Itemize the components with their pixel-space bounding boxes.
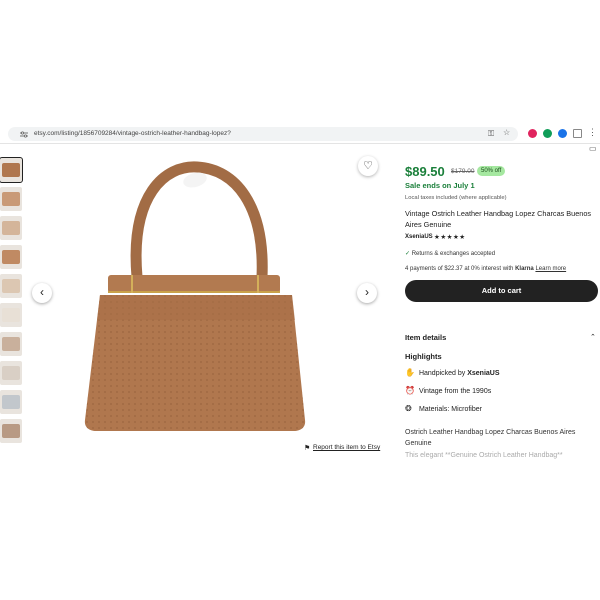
learn-more-link[interactable]: Learn more xyxy=(535,266,566,272)
browser-toolbar: etsy.com/listing/1856709284/vintage-ostr… xyxy=(0,125,600,144)
product-image xyxy=(84,161,306,431)
puzzle-extensions-icon[interactable] xyxy=(573,129,582,138)
thumbnail-10[interactable] xyxy=(0,419,22,443)
vintage-text: Vintage from the 1990s xyxy=(418,388,492,395)
klarna-installments: 4 payments of $22.37 at 0% interest with… xyxy=(405,266,566,272)
thumbnail-3[interactable] xyxy=(0,216,22,240)
description-text: Ostrich Leather Handbag Lopez Charcas Bu… xyxy=(405,429,576,447)
bookmark-star-icon[interactable]: ☆ xyxy=(503,128,510,137)
thumbnail-4[interactable] xyxy=(0,245,22,269)
thumbnail-2[interactable] xyxy=(0,187,22,211)
extension-icon[interactable] xyxy=(558,129,567,138)
handpicked-shop-link[interactable]: XseniaUS xyxy=(467,370,499,377)
hand-icon: ✋ xyxy=(405,368,415,377)
materials-icon: ❂ xyxy=(405,404,412,413)
url-text: etsy.com/listing/1856709284/vintage-ostr… xyxy=(34,130,231,137)
add-to-cart-button[interactable]: Add to cart xyxy=(405,280,598,302)
klarna-text: 4 payments of $22.37 at 0% interest with xyxy=(405,266,514,272)
folder-icon[interactable]: ▭ xyxy=(589,144,597,153)
discount-badge: 50% off xyxy=(477,166,506,176)
highlight-handpicked: ✋ Handpicked by XseniaUS xyxy=(405,368,500,377)
more-menu-icon[interactable]: ⋮ xyxy=(588,127,597,138)
extension-icon[interactable] xyxy=(543,129,552,138)
handpicked-prefix: Handpicked by xyxy=(418,370,466,377)
sale-ends-text: Sale ends on July 1 xyxy=(405,181,475,190)
report-item-link[interactable]: Report this item to Etsy xyxy=(313,444,380,451)
klarna-logo: Klarna xyxy=(515,266,534,272)
thumbnail-9[interactable] xyxy=(0,390,22,414)
clock-icon: ⏰ xyxy=(405,386,415,395)
thumbnail-8[interactable] xyxy=(0,361,22,385)
highlight-materials: ❂ Materials: Microfiber xyxy=(405,404,482,413)
highlight-vintage: ⏰ Vintage from the 1990s xyxy=(405,386,491,395)
price: $89.50 xyxy=(405,164,445,179)
highlights-heading: Highlights xyxy=(405,352,442,361)
thumbnail-5[interactable] xyxy=(0,274,22,298)
address-bar[interactable]: etsy.com/listing/1856709284/vintage-ostr… xyxy=(8,127,518,141)
listing-title: Vintage Ostrich Leather Handbag Lopez Ch… xyxy=(405,209,592,229)
thumbnail-7[interactable] xyxy=(0,332,22,356)
next-image-button[interactable]: › xyxy=(357,283,377,303)
tax-note: Local taxes included (where applicable) xyxy=(405,195,507,201)
thumbnail-1[interactable] xyxy=(0,157,23,183)
shop-name-link[interactable]: XseniaUS xyxy=(405,234,433,240)
previous-image-button[interactable]: ‹ xyxy=(32,283,52,303)
site-info-icon[interactable] xyxy=(20,131,28,138)
favorite-heart-button[interactable]: ♡ xyxy=(358,156,378,176)
item-details-heading[interactable]: Item details xyxy=(405,333,446,342)
key-icon[interactable]: ⚿ xyxy=(488,129,494,139)
chevron-up-icon[interactable]: ⌃ xyxy=(590,333,596,341)
thumbnail-6[interactable] xyxy=(0,303,22,327)
pinterest-extension-icon[interactable] xyxy=(528,129,537,138)
flag-icon: ⚑ xyxy=(304,445,311,452)
description-faded-text: This elegant **Genuine Ostrich Leather H… xyxy=(405,452,563,459)
checkmark-icon: ✓ xyxy=(405,251,411,257)
thumbnail-strip xyxy=(0,157,24,448)
original-price: $179.00 xyxy=(451,168,475,175)
returns-text: Returns & exchanges accepted xyxy=(411,251,496,257)
returns-policy: ✓ Returns & exchanges accepted xyxy=(405,250,495,257)
star-rating[interactable]: ★★★★★ xyxy=(434,233,466,241)
heart-icon: ♡ xyxy=(363,160,373,172)
materials-text: Materials: Microfiber xyxy=(418,406,482,413)
